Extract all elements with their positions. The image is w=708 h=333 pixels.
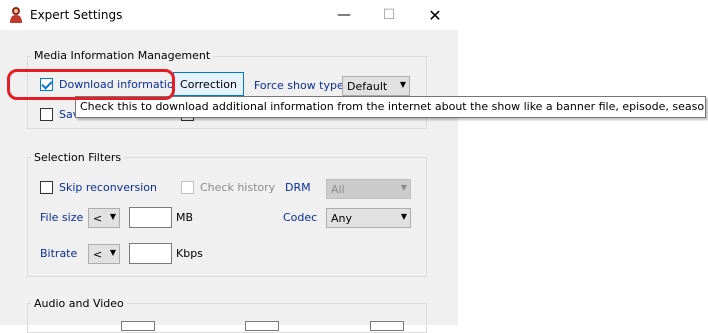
chevron-down-icon: ▼ bbox=[109, 212, 116, 221]
check-history-label: Check history bbox=[200, 181, 276, 194]
file-size-operator-dropdown[interactable]: < ▼ bbox=[88, 208, 120, 228]
check-history-checkbox bbox=[181, 181, 194, 194]
skip-reconversion-label[interactable]: Skip reconversion bbox=[59, 181, 157, 194]
window-title: Expert Settings bbox=[30, 8, 123, 22]
maximize-button[interactable]: ☐ bbox=[366, 0, 412, 30]
drm-dropdown: All ▼ bbox=[326, 179, 411, 199]
audio-video-field-2[interactable] bbox=[245, 321, 279, 331]
media-info-legend: Media Information Management bbox=[31, 49, 214, 62]
drm-value: All bbox=[331, 183, 345, 196]
bitrate-input[interactable] bbox=[129, 243, 172, 264]
chevron-down-icon: ▼ bbox=[400, 212, 407, 221]
drm-label: DRM bbox=[285, 181, 311, 194]
background-area bbox=[458, 30, 708, 325]
chevron-down-icon: ▼ bbox=[400, 183, 407, 192]
skip-reconversion-checkbox[interactable] bbox=[40, 181, 53, 194]
bitrate-unit: Kbps bbox=[176, 247, 203, 260]
download-information-tooltip: Check this to download additional inform… bbox=[75, 96, 706, 118]
codec-value: Any bbox=[331, 212, 353, 225]
audio-video-legend: Audio and Video bbox=[31, 297, 127, 310]
highlight-annotation bbox=[7, 69, 175, 100]
codec-dropdown[interactable]: Any ▼ bbox=[326, 208, 411, 228]
minimize-button[interactable]: — bbox=[321, 0, 367, 30]
selection-filters-legend: Selection Filters bbox=[31, 151, 125, 164]
save-information-checkbox[interactable] bbox=[40, 108, 53, 121]
file-size-label: File size bbox=[40, 211, 84, 224]
audio-video-field-3[interactable] bbox=[370, 321, 404, 331]
chevron-down-icon: ▼ bbox=[399, 80, 406, 89]
force-show-type-dropdown[interactable]: Default ▼ bbox=[342, 76, 410, 96]
file-size-unit: MB bbox=[176, 211, 194, 224]
force-show-type-label: Force show type bbox=[254, 79, 344, 92]
bitrate-operator-dropdown[interactable]: < ▼ bbox=[88, 244, 120, 264]
correction-button[interactable]: Correction bbox=[173, 72, 244, 96]
app-icon bbox=[8, 6, 24, 24]
close-button[interactable]: ✕ bbox=[412, 0, 458, 30]
chevron-down-icon: ▼ bbox=[109, 248, 116, 257]
file-size-input[interactable] bbox=[129, 207, 172, 228]
bitrate-operator-value: < bbox=[93, 248, 103, 261]
bitrate-label: Bitrate bbox=[40, 247, 78, 260]
file-size-operator-value: < bbox=[93, 212, 103, 225]
force-show-type-value: Default bbox=[347, 80, 388, 93]
codec-label: Codec bbox=[283, 211, 318, 224]
audio-video-field-1[interactable] bbox=[121, 321, 155, 331]
